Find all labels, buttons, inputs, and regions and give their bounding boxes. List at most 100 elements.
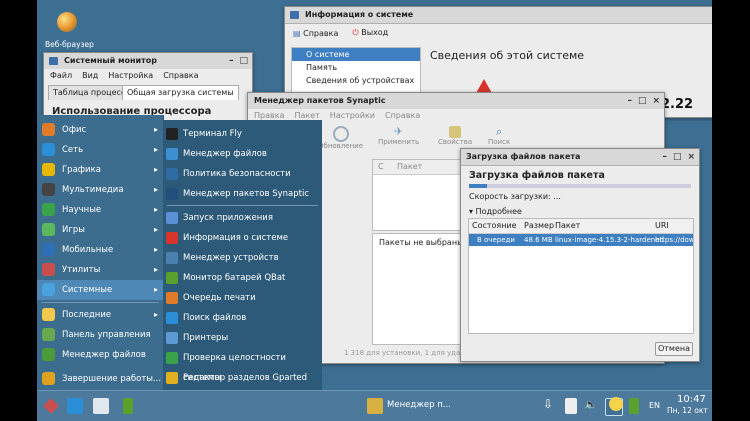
col-size[interactable]: Размер xyxy=(524,219,554,233)
col-s[interactable]: С xyxy=(378,160,384,174)
volume-icon[interactable]: 🔈 xyxy=(584,398,598,411)
maximize-icon[interactable]: □ xyxy=(239,53,248,69)
col-uri[interactable]: URI xyxy=(655,219,669,233)
clock-date[interactable]: Пн, 12 окт xyxy=(667,406,708,415)
system-menu-item[interactable]: Проверка целостности системы xyxy=(163,348,322,383)
task-synaptic-icon xyxy=(367,398,383,414)
close-icon[interactable]: × xyxy=(652,93,660,109)
tree-item-about[interactable]: О системе xyxy=(292,48,420,61)
menu-category[interactable]: Графика ▸ xyxy=(37,160,163,180)
menu-help[interactable]: Справка xyxy=(163,69,198,83)
menu-category[interactable]: Мультимедиа ▸ xyxy=(37,180,163,200)
synaptic-titlebar[interactable]: Менеджер пакетов Synaptic – □ × xyxy=(248,93,664,110)
download-table-header: Состояние Размер Пакет URI xyxy=(469,219,693,234)
system-item-label: Поиск файлов xyxy=(183,313,247,323)
category-icon xyxy=(42,143,55,156)
app-icon xyxy=(166,372,178,384)
menu-category[interactable]: Утилиты ▸ xyxy=(37,260,163,280)
sysmon-titlebar[interactable]: Системный монитор – □ xyxy=(44,53,252,70)
maximize-icon[interactable]: □ xyxy=(673,149,682,165)
category-label: Научные xyxy=(62,205,102,215)
system-menu-item[interactable]: Запуск приложения xyxy=(163,208,322,228)
menu-settings[interactable]: Настройка xyxy=(108,69,153,83)
info-icon xyxy=(290,11,299,19)
menu-category[interactable]: Офис ▸ xyxy=(37,120,163,140)
apply-icon: ✈ xyxy=(393,125,404,138)
category-icon xyxy=(42,263,55,276)
system-menu-item[interactable]: Монитор батарей QBat xyxy=(163,268,322,288)
menu-category[interactable]: Сеть ▸ xyxy=(37,140,163,160)
menu-item-icon xyxy=(42,348,55,361)
windows-icon[interactable] xyxy=(93,398,109,414)
system-menu-item[interactable]: Информация о системе xyxy=(163,228,322,248)
submenu-arrow-icon: ▸ xyxy=(153,245,158,254)
properties-button[interactable]: Свойства xyxy=(438,126,472,146)
menu-view[interactable]: Вид xyxy=(82,69,98,83)
start-button-icon[interactable] xyxy=(43,398,59,414)
minimize-icon[interactable]: – xyxy=(627,93,632,109)
category-icon xyxy=(42,183,55,196)
system-menu-item[interactable]: Поиск файлов xyxy=(163,308,322,328)
menu-item-label: Менеджер файлов xyxy=(62,350,146,360)
refresh-button[interactable]: Обновление xyxy=(318,126,363,150)
menu-item-icon xyxy=(42,328,55,341)
system-menu-item[interactable]: Менеджер пакетов Synaptic xyxy=(163,184,322,204)
system-menu-item[interactable]: Менеджер файлов xyxy=(163,144,322,164)
network-icon[interactable] xyxy=(565,398,577,414)
system-menu-item[interactable]: Редактор разделов Gparted xyxy=(163,368,322,388)
submenu-arrow-icon: ▸ xyxy=(153,265,158,274)
sysinfo-titlebar[interactable]: Информация о системе xyxy=(285,7,712,24)
sysinfo-heading: Сведения об этой системе xyxy=(430,49,585,62)
desktop-icon[interactable] xyxy=(67,398,83,414)
menu-bottom-item[interactable]: Последние ▸ xyxy=(37,305,163,325)
task-synaptic[interactable]: Менеджер п... xyxy=(387,400,451,410)
system-menu-item[interactable]: Принтеры xyxy=(163,328,322,348)
system-submenu: Терминал Fly Менеджер файлов Политика безо… xyxy=(163,120,322,410)
keyboard-layout[interactable]: EN xyxy=(649,401,660,410)
minimize-icon[interactable]: – xyxy=(229,53,234,69)
clock-time[interactable]: 10:47 xyxy=(677,394,706,405)
exit-button[interactable]: ⏻ Выход xyxy=(352,28,388,38)
cancel-button[interactable]: Отмена xyxy=(655,342,693,356)
minimize-icon[interactable]: – xyxy=(662,149,667,165)
power-tray-icon[interactable] xyxy=(629,398,639,414)
submenu-arrow-icon: ▸ xyxy=(153,205,158,214)
app-icon xyxy=(166,212,178,224)
system-menu-item[interactable]: Политика безопасности xyxy=(163,164,322,184)
system-menu-item[interactable]: Очередь печати xyxy=(163,288,322,308)
search-button[interactable]: ⌕ Поиск xyxy=(488,126,510,147)
system-menu-item[interactable]: Менеджер устройств xyxy=(163,248,322,268)
menu-help[interactable]: Справка xyxy=(385,109,420,123)
col-state[interactable]: Состояние xyxy=(472,219,517,233)
system-menu-item[interactable]: Терминал Fly xyxy=(163,124,322,144)
tab-system-load[interactable]: Общая загрузка системы xyxy=(122,85,239,100)
table-row[interactable]: В очереди 48.6 MB linux-image-4.15.3-2-h… xyxy=(469,234,693,246)
close-icon[interactable]: × xyxy=(687,149,695,165)
tree-item-devices[interactable]: Сведения об устройствах xyxy=(292,74,420,87)
download-titlebar[interactable]: Загрузка файлов пакета – □ × xyxy=(461,149,699,166)
menu-settings[interactable]: Настройки xyxy=(330,109,375,123)
category-icon xyxy=(42,203,55,216)
menu-category[interactable]: Мобильные ▸ xyxy=(37,240,163,260)
col-package[interactable]: Пакет xyxy=(555,219,580,233)
menu-category[interactable]: Системные ▸ xyxy=(37,280,163,300)
apply-button[interactable]: ✈ Применить xyxy=(378,125,419,147)
row-state: В очереди xyxy=(477,236,515,244)
maximize-icon[interactable]: □ xyxy=(638,93,647,109)
help-button[interactable]: ▤ Справка xyxy=(293,29,338,38)
battery-icon[interactable] xyxy=(123,398,133,414)
browser-desktop-icon[interactable]: Веб-браузер xyxy=(45,12,94,50)
menu-file[interactable]: Файл xyxy=(50,69,72,83)
menu-category[interactable]: Игры ▸ xyxy=(37,220,163,240)
system-item-label: Принтеры xyxy=(183,333,229,343)
menu-bottom-item[interactable]: Менеджер файлов xyxy=(37,345,163,365)
col-package[interactable]: Пакет xyxy=(397,160,422,174)
tree-item-memory[interactable]: Память xyxy=(292,61,420,74)
download-tray-icon[interactable]: ⇩ xyxy=(543,397,553,411)
brightness-icon[interactable] xyxy=(609,397,623,411)
menu-bottom-item[interactable]: Завершение работы... xyxy=(37,369,163,389)
menu-category[interactable]: Научные ▸ xyxy=(37,200,163,220)
app-icon xyxy=(166,128,178,140)
menu-bottom-item[interactable]: Панель управления xyxy=(37,325,163,345)
details-toggle[interactable]: ▾ Подробнее xyxy=(469,207,522,216)
